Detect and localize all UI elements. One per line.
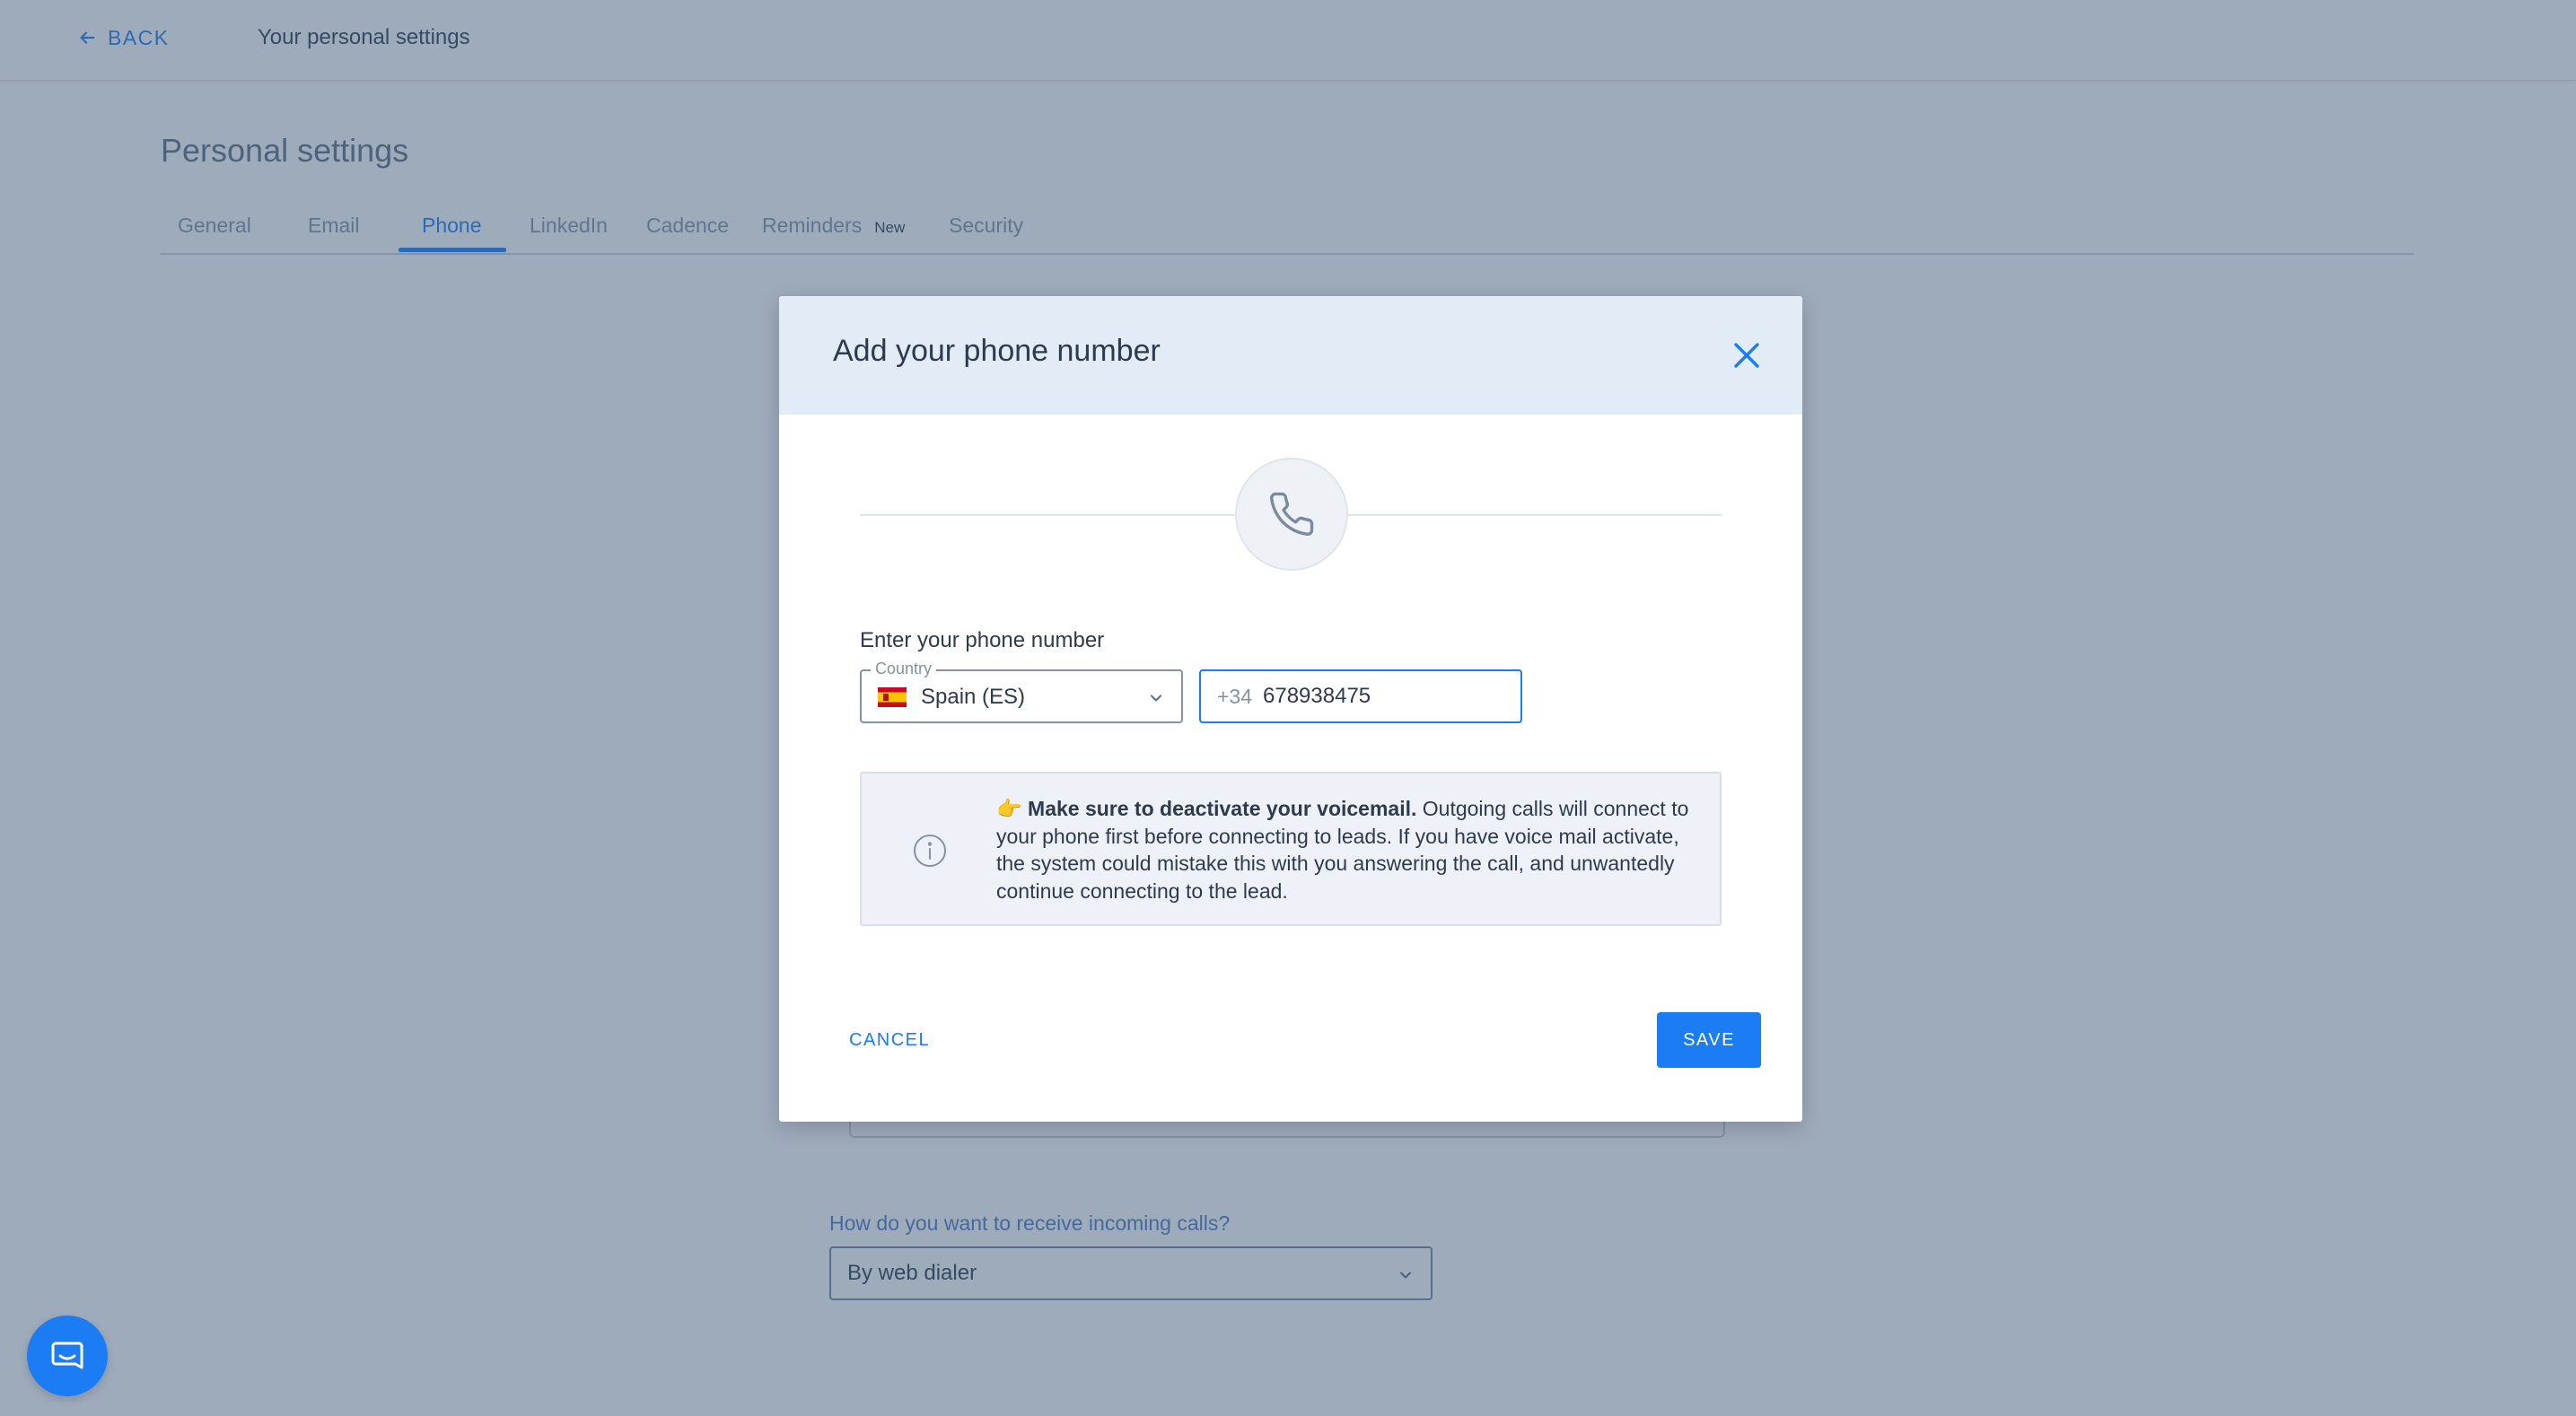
info-icon (914, 835, 946, 867)
add-phone-modal: Add your phone number Enter your phone n… (779, 296, 1802, 1122)
close-button[interactable] (1729, 337, 1765, 373)
country-value: Spain (ES) (921, 685, 1026, 709)
dial-code-prefix: +34 (1217, 684, 1253, 708)
chat-launcher-button[interactable] (27, 1315, 108, 1396)
phone-number-label: Enter your phone number (860, 628, 1105, 652)
voicemail-info-text: 👉 Make sure to deactivate your voicemail… (996, 795, 1705, 905)
close-icon (1734, 343, 1759, 368)
phone-illustration (1235, 458, 1348, 571)
country-legend: Country (871, 660, 937, 678)
cancel-button[interactable]: CANCEL (849, 1030, 930, 1051)
voicemail-warning-bold: Make sure to deactivate your voicemail. (1028, 797, 1417, 820)
phone-icon (1270, 492, 1314, 536)
spain-flag-icon (878, 687, 907, 707)
voicemail-info-box: 👉 Make sure to deactivate your voicemail… (860, 772, 1722, 926)
chevron-down-icon (1151, 695, 1161, 702)
country-select[interactable]: Country Spain (ES) (860, 660, 1183, 723)
save-button[interactable]: SAVE (1657, 1012, 1761, 1068)
chat-icon (51, 1342, 83, 1369)
modal-title: Add your phone number (833, 334, 1161, 368)
phone-number-field[interactable]: +34 (1199, 669, 1522, 723)
pointing-hand-emoji: 👉 (996, 797, 1022, 820)
modal-header: Add your phone number (779, 296, 1802, 415)
phone-number-input[interactable] (1263, 684, 1497, 709)
page: BACK Your personal settings Personal set… (0, 0, 2576, 1416)
